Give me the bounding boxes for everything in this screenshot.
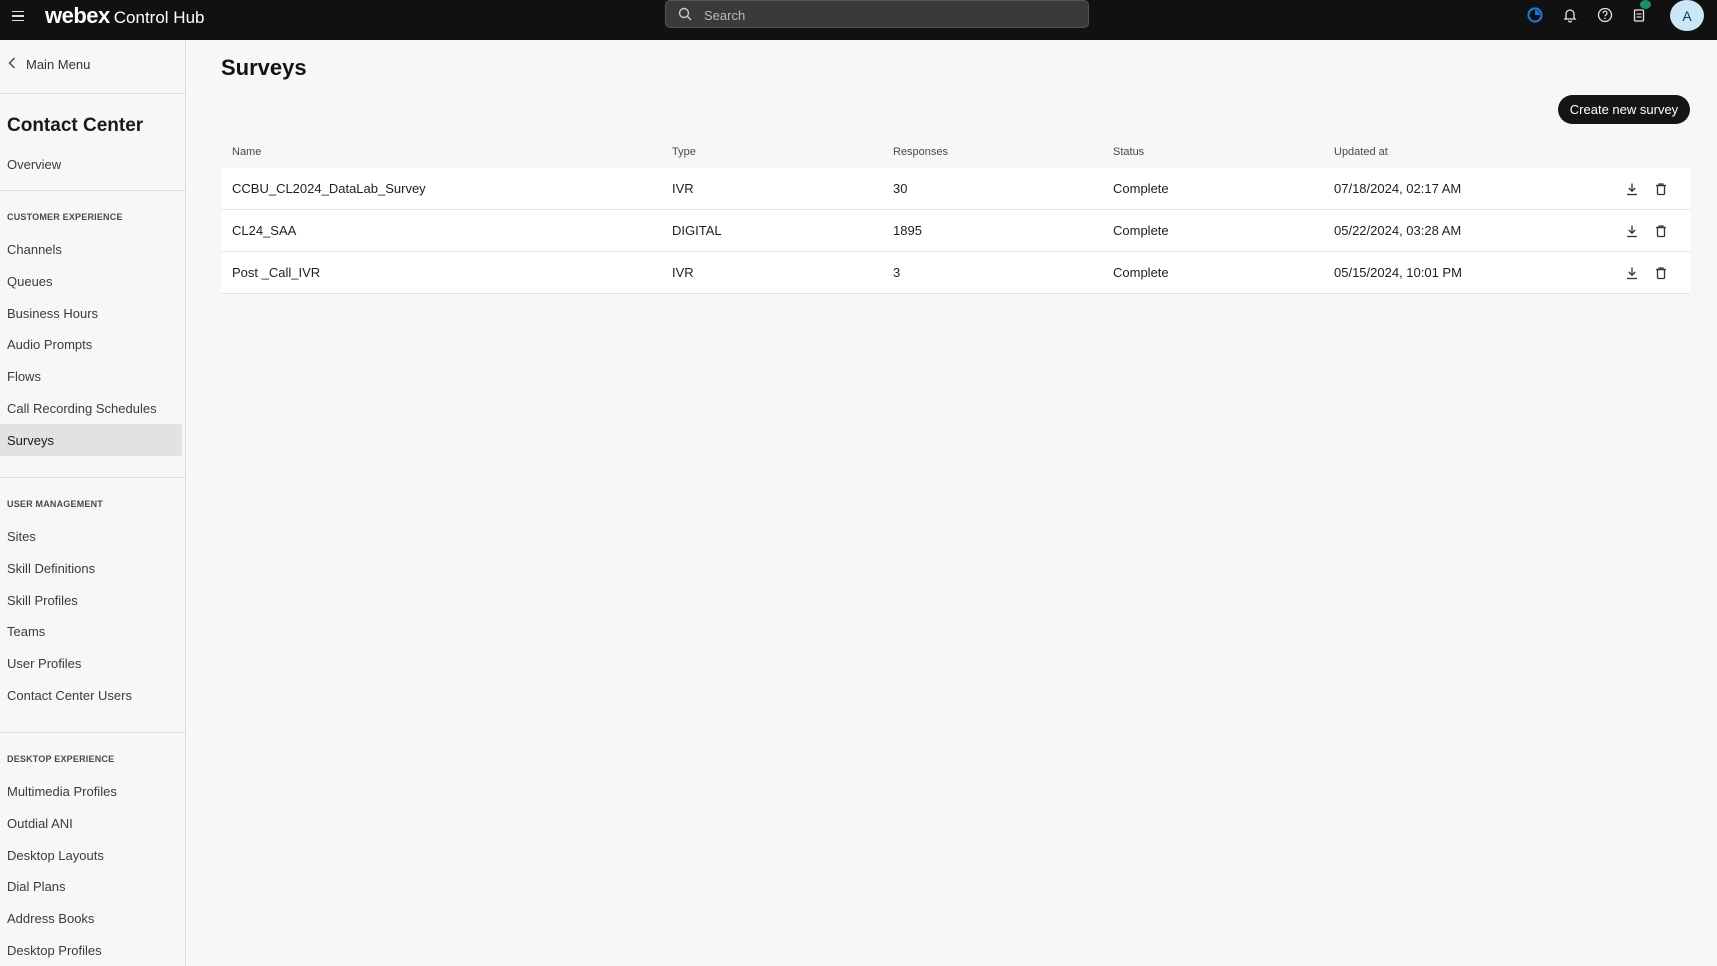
section-heading-desktop-experience: DESKTOP EXPERIENCE [7,754,115,764]
cell-updated-at: 05/22/2024, 03:28 AM [1334,223,1462,238]
search-icon [678,7,692,26]
section-heading-user-management: USER MANAGEMENT [7,499,104,509]
column-header-responses[interactable]: Responses [893,146,948,158]
sidebar-item-surveys[interactable]: Surveys [0,424,182,456]
sidebar-item-desktop-profiles[interactable]: Desktop Profiles [0,934,182,966]
download-icon[interactable] [1622,179,1642,199]
download-icon[interactable] [1622,221,1642,241]
search-input[interactable] [704,5,1074,25]
sidebar-item-call-recording-schedules[interactable]: Call Recording Schedules [0,392,182,424]
main-menu-label: Main Menu [26,57,91,72]
column-header-name[interactable]: Name [232,146,261,158]
sidebar-item-queues[interactable]: Queues [0,265,182,297]
sidebar-item-teams[interactable]: Teams [0,615,182,647]
avatar[interactable]: A [1670,0,1704,31]
sidebar-title: Contact Center [7,115,144,136]
chevron-left-icon [8,57,16,72]
brand-logo[interactable]: webex Control Hub [45,3,204,29]
trash-icon[interactable] [1651,179,1671,199]
cell-updated-at: 05/15/2024, 10:01 PM [1334,265,1462,280]
sidebar-item-flows[interactable]: Flows [0,360,182,392]
global-search[interactable] [665,0,1089,28]
section-heading-customer-experience: CUSTOMER EXPERIENCE [7,212,123,222]
trash-icon[interactable] [1651,221,1671,241]
create-new-survey-button[interactable]: Create new survey [1558,95,1690,124]
sidebar-item-contact-center-users[interactable]: Contact Center Users [0,679,182,711]
cell-responses: 30 [893,181,908,196]
cell-name: Post _Call_IVR [232,265,321,280]
table-row[interactable]: CCBU_CL2024_DataLab_Survey IVR 30 Comple… [221,168,1690,210]
sync-status-icon[interactable] [1525,5,1545,25]
cell-responses: 3 [893,265,901,280]
cell-status: Complete [1113,223,1169,238]
notifications-bell-icon[interactable] [1560,5,1580,25]
sidebar-item-channels[interactable]: Channels [0,233,182,265]
sidebar-item-sites[interactable]: Sites [0,520,182,552]
sidebar-item-business-hours[interactable]: Business Hours [0,297,182,329]
surveys-table: Name Type Responses Status Updated at CC… [221,140,1690,294]
table-header: Name Type Responses Status Updated at [221,140,1690,168]
sidebar-item-multimedia-profiles[interactable]: Multimedia Profiles [0,775,182,807]
sidebar-item-skill-definitions[interactable]: Skill Definitions [0,552,182,584]
divider [0,190,185,191]
sidebar-item-user-profiles[interactable]: User Profiles [0,647,182,679]
check-badge-icon [1640,0,1651,9]
table-row[interactable]: CL24_SAA DIGITAL 1895 Complete 05/22/202… [221,210,1690,252]
divider [0,732,185,733]
help-icon[interactable] [1595,5,1615,25]
column-header-updated-at[interactable]: Updated at [1334,146,1388,158]
cell-status: Complete [1113,181,1169,196]
column-header-status[interactable]: Status [1113,146,1144,158]
cell-status: Complete [1113,265,1169,280]
table-row[interactable]: Post _Call_IVR IVR 3 Complete 05/15/2024… [221,252,1690,294]
product-name: Control Hub [113,8,205,27]
hamburger-menu-icon[interactable] [12,8,28,24]
cell-responses: 1895 [893,223,922,238]
download-icon[interactable] [1622,263,1642,283]
column-header-type[interactable]: Type [672,146,696,158]
sidebar-item-overview[interactable]: Overview [0,148,182,180]
sidebar-item-dial-plans[interactable]: Dial Plans [0,870,182,902]
divider [0,93,185,94]
divider [0,477,185,478]
main-menu-link[interactable]: Main Menu [8,57,90,72]
cell-name: CCBU_CL2024_DataLab_Survey [232,181,426,196]
cell-type: DIGITAL [672,223,722,238]
cell-type: IVR [672,265,694,280]
cell-updated-at: 07/18/2024, 02:17 AM [1334,181,1462,196]
sidebar-item-desktop-layouts[interactable]: Desktop Layouts [0,839,182,871]
top-bar: webexControl Hub A [0,0,1717,40]
sidebar-item-skill-profiles[interactable]: Skill Profiles [0,584,182,616]
cell-type: IVR [672,181,694,196]
trash-icon[interactable] [1651,263,1671,283]
sidebar: Main Menu Contact Center Overview CUSTOM… [0,40,186,966]
sidebar-item-audio-prompts[interactable]: Audio Prompts [0,328,182,360]
brand-name: webex [45,3,110,28]
sidebar-item-outdial-ani[interactable]: Outdial ANI [0,807,182,839]
sidebar-item-address-books[interactable]: Address Books [0,902,182,934]
page-title: Surveys [221,55,307,80]
cell-name: CL24_SAA [232,223,297,238]
